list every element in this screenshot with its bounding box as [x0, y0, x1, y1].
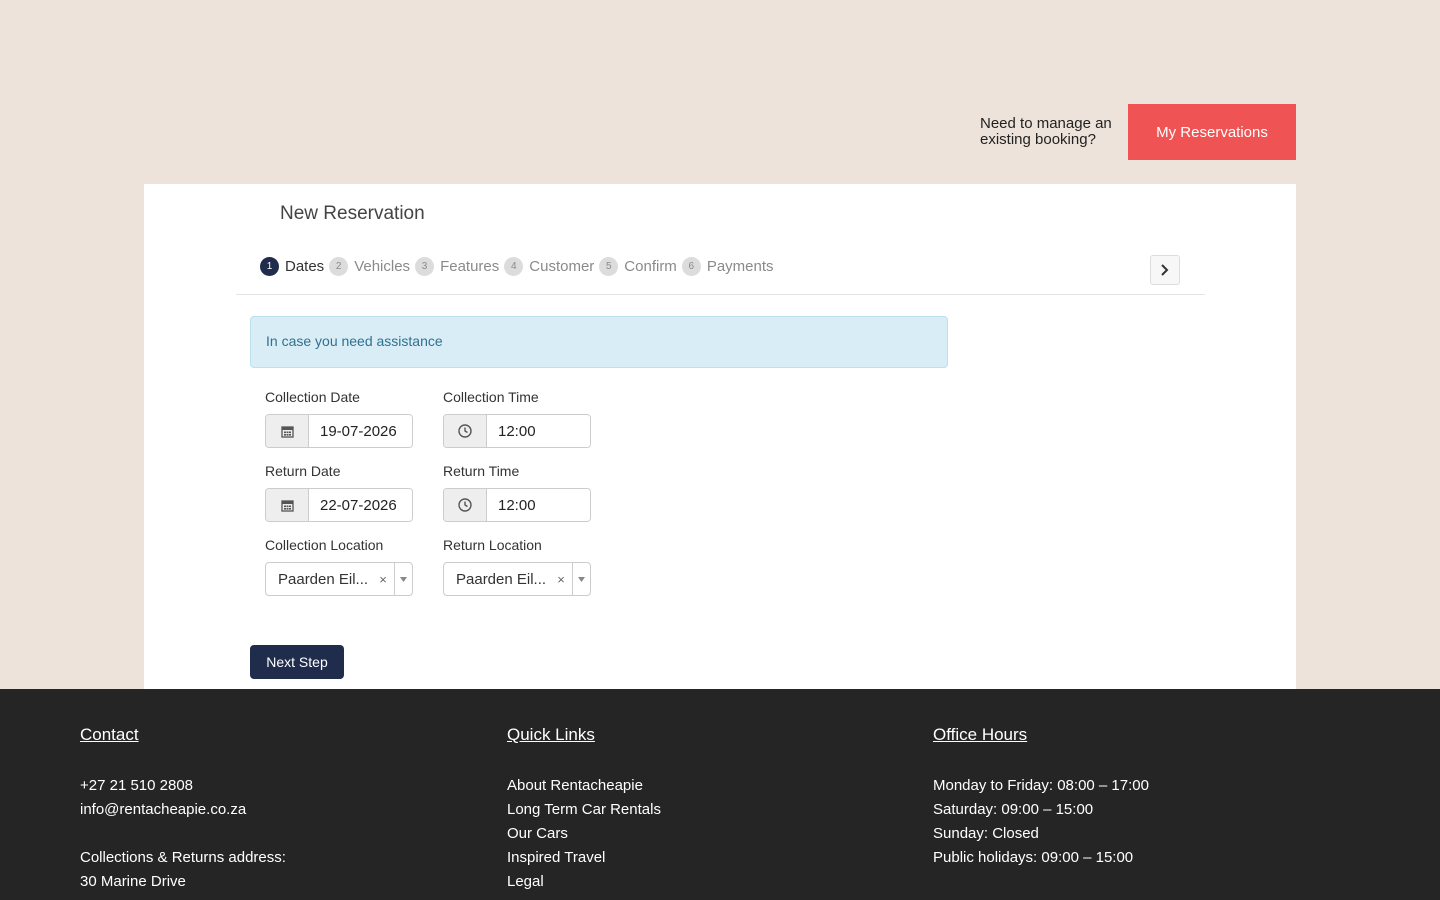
clock-icon[interactable]: [444, 415, 487, 447]
calendar-icon[interactable]: [266, 415, 309, 447]
collection-location-field: Collection Location Paarden Eil... ×: [265, 537, 413, 596]
calendar-icon[interactable]: [266, 489, 309, 521]
step-number: 6: [681, 257, 701, 276]
collection-date-label: Collection Date: [265, 389, 360, 405]
link-long-term[interactable]: Long Term Car Rentals: [507, 798, 661, 822]
return-time-label: Return Time: [443, 463, 520, 479]
my-reservations-button[interactable]: My Reservations: [1128, 104, 1296, 160]
clock-icon[interactable]: [444, 489, 487, 521]
return-location-label: Return Location: [443, 537, 542, 553]
chevron-right-icon: [1161, 264, 1169, 276]
collection-time-field: Collection Time: [443, 389, 591, 448]
contact-address-label: Collections & Returns address:: [80, 849, 286, 866]
step-label: Vehicles: [354, 258, 411, 275]
step-features[interactable]: 3 Features: [415, 257, 499, 276]
collection-location-select[interactable]: Paarden Eil... ×: [265, 562, 413, 596]
step-payments[interactable]: 6 Payments: [681, 257, 774, 276]
step-label: Features: [440, 258, 500, 275]
reservation-card: New Reservation 1 Dates 2 Vehicles 3 Fea…: [144, 184, 1296, 689]
return-date-input[interactable]: [309, 489, 412, 521]
step-dates[interactable]: 1 Dates: [260, 257, 324, 276]
hours-saturday: Saturday: 09:00 – 15:00: [933, 801, 1094, 818]
hours-sunday: Sunday: Closed: [933, 825, 1039, 842]
manage-booking-text: Need to manage an existing booking?: [980, 115, 1112, 148]
footer-quick-links: Quick Links About Rentacheapie Long Term…: [507, 725, 661, 894]
assistance-alert: In case you need assistance: [250, 316, 948, 368]
return-date-label: Return Date: [265, 463, 341, 479]
footer-quick-links-title: Quick Links: [507, 725, 595, 744]
return-location-select[interactable]: Paarden Eil... ×: [443, 562, 591, 596]
return-time-input[interactable]: [487, 489, 590, 521]
step-number: 2: [329, 257, 349, 276]
footer-office-hours: Office Hours Monday to Friday: 08:00 – 1…: [933, 725, 1149, 870]
return-location-field: Return Location Paarden Eil... ×: [443, 537, 591, 596]
dropdown-arrow-icon[interactable]: [572, 563, 590, 595]
wizard-next-button[interactable]: [1150, 255, 1180, 285]
collection-location-label: Collection Location: [265, 537, 384, 553]
return-time-group: [443, 488, 591, 522]
collection-date-group: [265, 414, 413, 448]
collection-location-value: Paarden Eil...: [278, 570, 369, 588]
contact-address-line: 30 Marine Drive: [80, 873, 186, 890]
collection-date-input[interactable]: [309, 415, 412, 447]
step-wizard: 1 Dates 2 Vehicles 3 Features 4 Customer…: [236, 245, 1205, 295]
return-date-field: Return Date: [265, 463, 413, 522]
step-label: Payments: [706, 258, 774, 275]
wizard-steps: 1 Dates 2 Vehicles 3 Features 4 Customer…: [260, 257, 779, 276]
contact-phone[interactable]: +27 21 510 2808: [80, 774, 286, 798]
step-number: 1: [260, 257, 279, 276]
return-time-field: Return Time: [443, 463, 591, 522]
footer-office-hours-title: Office Hours: [933, 725, 1028, 744]
return-location-value: Paarden Eil...: [456, 570, 547, 588]
hours-weekdays: Monday to Friday: 08:00 – 17:00: [933, 777, 1149, 794]
step-number: 5: [599, 257, 619, 276]
footer: Contact +27 21 510 2808 info@rentacheapi…: [0, 689, 1440, 900]
step-customer[interactable]: 4 Customer: [504, 257, 594, 276]
link-legal[interactable]: Legal: [507, 870, 661, 894]
dropdown-arrow-icon[interactable]: [394, 563, 412, 595]
footer-contact-title: Contact: [80, 725, 139, 744]
collection-date-field: Collection Date: [265, 389, 413, 448]
step-vehicles[interactable]: 2 Vehicles: [329, 257, 410, 276]
step-label: Confirm: [624, 258, 677, 275]
collection-time-label: Collection Time: [443, 389, 539, 405]
collection-time-input[interactable]: [487, 415, 590, 447]
link-about[interactable]: About Rentacheapie: [507, 774, 661, 798]
clear-icon[interactable]: ×: [550, 572, 572, 587]
contact-email[interactable]: info@rentacheapie.co.za: [80, 798, 286, 822]
step-number: 3: [415, 257, 435, 276]
step-number: 4: [504, 257, 524, 276]
clear-icon[interactable]: ×: [372, 572, 394, 587]
return-date-group: [265, 488, 413, 522]
step-confirm[interactable]: 5 Confirm: [599, 257, 677, 276]
step-label: Customer: [529, 258, 595, 275]
link-our-cars[interactable]: Our Cars: [507, 822, 661, 846]
top-bar: Need to manage an existing booking? My R…: [980, 104, 1296, 160]
hours-public-holidays: Public holidays: 09:00 – 15:00: [933, 849, 1134, 866]
footer-contact: Contact +27 21 510 2808 info@rentacheapi…: [80, 725, 286, 894]
next-step-button[interactable]: Next Step: [250, 645, 344, 679]
collection-time-group: [443, 414, 591, 448]
link-inspired-travel[interactable]: Inspired Travel: [507, 846, 661, 870]
page-title: New Reservation: [280, 203, 425, 224]
step-label: Dates: [285, 258, 325, 275]
